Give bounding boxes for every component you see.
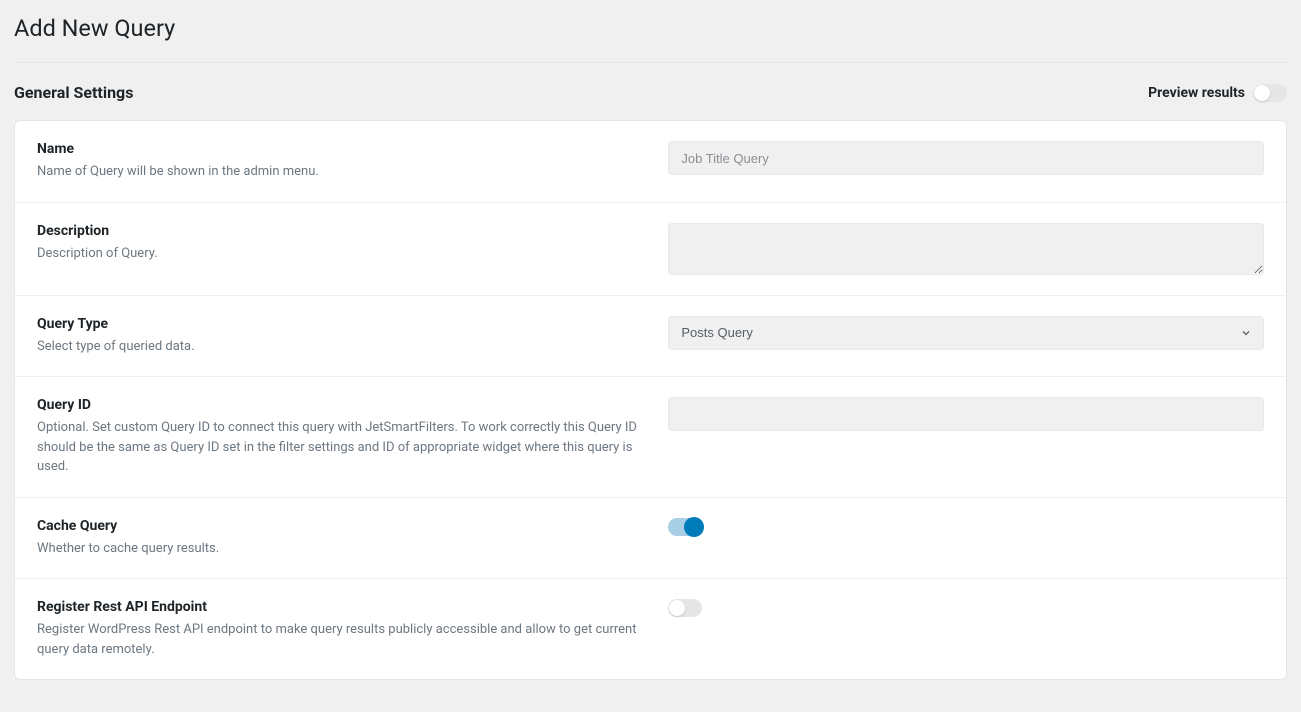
- preview-results-control: Preview results: [1148, 84, 1287, 102]
- page-title: Add New Query: [14, 0, 1287, 62]
- query-type-label: Query Type: [37, 316, 644, 332]
- query-type-desc: Select type of queried data.: [37, 337, 644, 357]
- query-id-desc: Optional. Set custom Query ID to connect…: [37, 418, 644, 477]
- cache-query-toggle[interactable]: [668, 518, 702, 536]
- description-textarea[interactable]: [668, 223, 1264, 275]
- name-label: Name: [37, 141, 644, 157]
- rest-api-label: Register Rest API Endpoint: [37, 599, 644, 615]
- query-id-input[interactable]: [668, 397, 1264, 431]
- row-cache-query: Cache Query Whether to cache query resul…: [15, 498, 1286, 580]
- query-type-select[interactable]: Posts Query: [668, 316, 1264, 350]
- preview-results-label: Preview results: [1148, 85, 1245, 101]
- section-header: General Settings Preview results: [14, 62, 1287, 120]
- row-description: Description Description of Query.: [15, 203, 1286, 296]
- cache-query-label: Cache Query: [37, 518, 644, 534]
- preview-results-toggle[interactable]: [1253, 84, 1287, 102]
- description-label: Description: [37, 223, 644, 239]
- cache-query-desc: Whether to cache query results.: [37, 539, 644, 559]
- query-id-label: Query ID: [37, 397, 644, 413]
- rest-api-desc: Register WordPress Rest API endpoint to …: [37, 620, 644, 659]
- row-rest-api: Register Rest API Endpoint Register Word…: [15, 579, 1286, 679]
- name-desc: Name of Query will be shown in the admin…: [37, 162, 644, 182]
- row-query-id: Query ID Optional. Set custom Query ID t…: [15, 377, 1286, 498]
- section-title: General Settings: [14, 83, 133, 102]
- row-query-type: Query Type Select type of queried data. …: [15, 296, 1286, 378]
- rest-api-toggle[interactable]: [668, 599, 702, 617]
- description-desc: Description of Query.: [37, 244, 644, 264]
- name-input[interactable]: [668, 141, 1264, 175]
- general-settings-panel: Name Name of Query will be shown in the …: [14, 120, 1287, 680]
- row-name: Name Name of Query will be shown in the …: [15, 121, 1286, 203]
